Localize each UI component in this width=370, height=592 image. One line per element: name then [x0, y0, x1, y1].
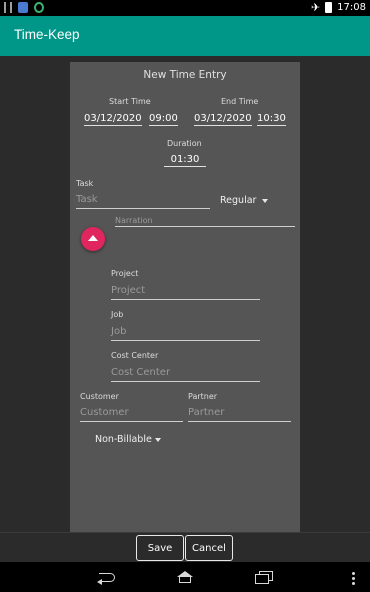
task-input[interactable]: Task — [76, 194, 210, 209]
start-time-label: Start Time — [109, 97, 151, 106]
navigation-bar — [0, 562, 370, 592]
dialog-actions: Save Cancel — [0, 532, 370, 562]
save-button[interactable]: Save — [136, 535, 184, 561]
system-icons: ✈ 17:08 — [311, 1, 366, 14]
partner-input[interactable]: Partner — [188, 407, 291, 422]
cost-center-input[interactable]: Cost Center — [111, 367, 260, 382]
duration-field[interactable]: 01:30 — [164, 154, 206, 167]
notification-icons — [4, 2, 44, 13]
billing-value: Non-Billable — [95, 434, 152, 445]
task-type-dropdown[interactable]: Regular — [220, 195, 269, 206]
customer-label: Customer — [80, 392, 119, 401]
dialog-title: New Time Entry — [143, 69, 227, 81]
chevron-down-icon — [262, 198, 269, 203]
status-time: 17:08 — [337, 2, 366, 13]
new-time-entry-dialog: New Time Entry Start Time 03/12/2020 09:… — [70, 62, 300, 532]
home-icon[interactable] — [175, 571, 195, 583]
narration-input[interactable]: Narration — [115, 216, 295, 227]
status-bar: ✈ 17:08 — [0, 0, 370, 16]
sync-icon — [34, 2, 44, 13]
usb-icon — [4, 2, 12, 13]
back-icon[interactable] — [97, 571, 117, 585]
cancel-button[interactable]: Cancel — [185, 535, 233, 561]
recent-apps-icon[interactable] — [255, 571, 273, 584]
task-label: Task — [76, 179, 94, 188]
end-date-field[interactable]: 03/12/2020 — [194, 113, 252, 126]
customer-input[interactable]: Customer — [80, 407, 183, 422]
expand-button[interactable] — [81, 227, 105, 251]
duration-label: Duration — [167, 139, 202, 148]
project-input[interactable]: Project — [111, 285, 260, 300]
chevron-down-icon — [154, 437, 161, 442]
task-type-value: Regular — [220, 195, 257, 206]
app-notification-icon — [18, 2, 28, 13]
end-time-field[interactable]: 10:30 — [257, 113, 286, 126]
app-title: Time-Keep — [14, 27, 80, 42]
job-input[interactable]: Job — [111, 326, 260, 341]
job-label: Job — [111, 310, 124, 319]
start-time-field[interactable]: 09:00 — [149, 113, 178, 126]
cost-center-label: Cost Center — [111, 351, 159, 360]
battery-icon — [325, 2, 333, 13]
partner-label: Partner — [188, 392, 218, 401]
start-date-field[interactable]: 03/12/2020 — [84, 113, 142, 126]
end-time-label: End Time — [221, 97, 259, 106]
billing-dropdown[interactable]: Non-Billable — [95, 434, 161, 445]
overflow-menu-icon[interactable] — [352, 572, 356, 586]
chevron-up-icon — [88, 235, 98, 241]
app-bar: Time-Keep — [0, 16, 370, 56]
project-label: Project — [111, 269, 139, 278]
airplane-mode-icon: ✈ — [310, 1, 321, 14]
